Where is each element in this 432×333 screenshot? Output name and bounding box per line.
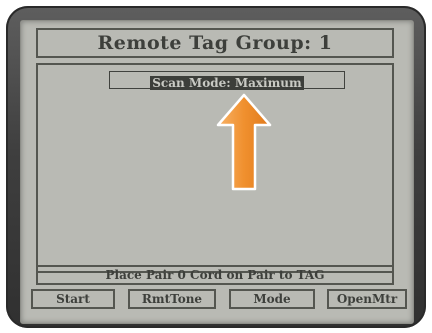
mode-button[interactable]: Mode xyxy=(229,289,315,309)
open-meter-button[interactable]: OpenMtr xyxy=(327,289,407,309)
title-bar: Remote Tag Group: 1 xyxy=(36,28,394,58)
rmt-tone-button[interactable]: RmtTone xyxy=(128,289,216,309)
status-message: Place Pair 0 Cord on Pair to TAG xyxy=(105,268,325,282)
up-arrow-icon xyxy=(216,93,272,191)
softkey-bar: Start RmtTone Mode OpenMtr xyxy=(31,289,409,309)
status-bar: Place Pair 0 Cord on Pair to TAG xyxy=(36,265,394,285)
lcd-screen: Remote Tag Group: 1 Scan Mode: Maximum P… xyxy=(20,20,414,324)
screen-title: Remote Tag Group: 1 xyxy=(97,32,333,54)
start-button[interactable]: Start xyxy=(31,289,115,309)
content-panel: Scan Mode: Maximum xyxy=(36,63,394,273)
scan-mode-label: Scan Mode: Maximum xyxy=(150,76,304,90)
scan-mode-field[interactable]: Scan Mode: Maximum xyxy=(109,71,345,90)
